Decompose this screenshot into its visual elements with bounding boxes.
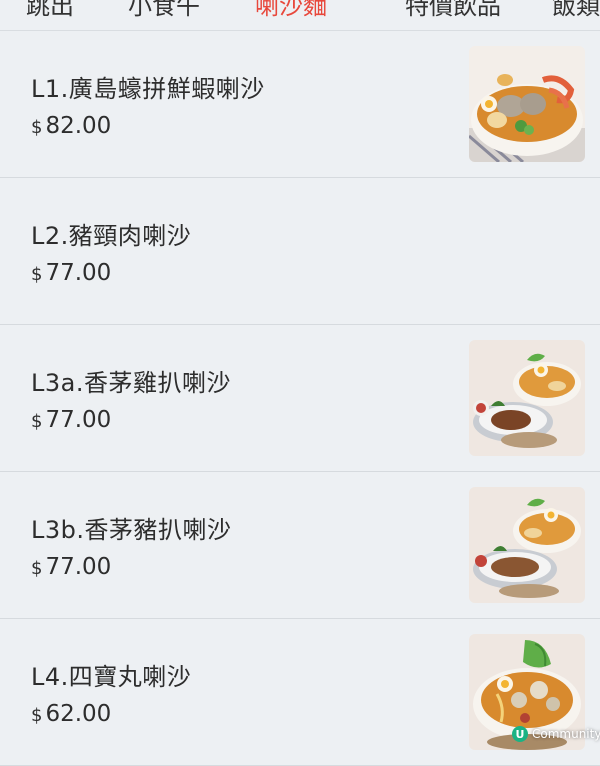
menu-item[interactable]: L3b.香茅豬扒喇沙 $77.00 <box>0 472 600 619</box>
menu-item[interactable]: L1.廣島蠔拼鮮蝦喇沙 $82.00 <box>0 31 600 178</box>
currency-symbol: $ <box>31 558 43 579</box>
item-price: $77.00 <box>31 407 111 433</box>
price-amount: 77.00 <box>45 554 112 580</box>
currency-symbol: $ <box>31 705 43 726</box>
watermark-text: Community <box>532 727 600 741</box>
community-logo-icon: U <box>512 726 528 742</box>
community-watermark: U Community <box>512 725 600 743</box>
currency-symbol: $ <box>31 411 43 432</box>
item-name: L3b.香茅豬扒喇沙 <box>31 516 232 544</box>
dish-photo[interactable] <box>469 340 585 456</box>
price-amount: 77.00 <box>45 407 112 433</box>
dish-photo[interactable] <box>469 46 585 162</box>
menu-list: L1.廣島蠔拼鮮蝦喇沙 $82.00 L2.豬頸肉喇沙 $ 77.00 L3a.… <box>0 31 600 766</box>
item-price: $77.00 <box>31 554 111 580</box>
currency-symbol: $ <box>31 264 43 285</box>
menu-item[interactable]: L2.豬頸肉喇沙 $77.00 <box>0 178 600 325</box>
dish-photo[interactable] <box>469 487 585 603</box>
menu-item[interactable]: L4.四寶丸喇沙 $62.00 <box>0 619 600 766</box>
tab-laksa-active[interactable]: 喇沙麵 <box>255 0 327 21</box>
item-price: $77.00 <box>31 260 111 286</box>
tab-category-1[interactable]: 跳出 <box>26 0 74 21</box>
item-name: L3a.香茅雞扒喇沙 <box>31 369 231 397</box>
currency-symbol: $ <box>31 117 43 138</box>
item-name: L2.豬頸肉喇沙 <box>31 222 192 250</box>
item-name: L4.四寶丸喇沙 <box>31 663 192 691</box>
tab-category-2[interactable]: 小食午 <box>128 0 200 21</box>
tab-category-4[interactable]: 特價飲品 <box>405 0 501 21</box>
price-amount: 62.00 <box>45 701 112 727</box>
price-amount: 77.00 <box>45 260 112 286</box>
item-price: $82.00 <box>31 113 111 139</box>
menu-item[interactable]: L3a.香茅雞扒喇沙 $77.00 <box>0 325 600 472</box>
tab-category-5[interactable]: 飯類 <box>552 0 600 21</box>
category-tab-bar: 跳出 小食午 喇沙麵 特價飲品 飯類 <box>0 0 600 31</box>
price-amount: 82.00 <box>45 113 112 139</box>
item-name: L1.廣島蠔拼鮮蝦喇沙 <box>31 75 265 103</box>
item-price: $62.00 <box>31 701 111 727</box>
